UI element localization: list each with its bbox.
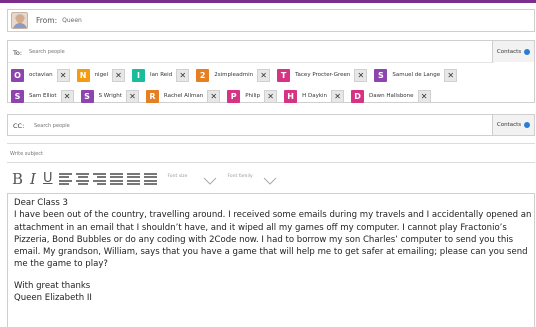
from-field: From: Queen (7, 9, 535, 32)
recipient-name: Dawn Hallsbone (369, 93, 414, 99)
bold-button[interactable]: B (12, 172, 23, 187)
subject-input[interactable] (10, 149, 310, 159)
message-body[interactable]: Dear Class 3 I have been out of the coun… (7, 193, 535, 327)
recipient-badge: R (145, 89, 159, 103)
cc-search-input[interactable] (34, 121, 234, 131)
formatting-toolbar: B I U Font size Font family (12, 171, 281, 187)
chevron-down-icon (204, 177, 217, 185)
recipient-name: Ian Reid (149, 72, 173, 78)
recipient-badge: P (227, 89, 241, 103)
chip-row: S Sam Elliot ✕ S S Wright ✕ R Rachel All… (11, 87, 531, 105)
from-name: Queen (62, 17, 82, 24)
contacts-label: Contacts (496, 48, 522, 55)
contacts-icon (524, 122, 531, 128)
align-right-icon[interactable] (93, 173, 107, 185)
remove-recipient-button[interactable]: ✕ (417, 89, 431, 103)
underline-button[interactable]: U (43, 172, 53, 186)
recipient-badge: S (11, 89, 24, 103)
cc-contacts-button[interactable]: Contacts (492, 115, 534, 135)
contacts-icon (524, 48, 531, 55)
cc-field: CC: Contacts (7, 114, 535, 136)
message-signature: Queen Elizabeth II (14, 293, 92, 304)
to-label: To: (13, 49, 23, 57)
recipient-name: Samuel de Lange (392, 72, 441, 78)
font-size-select[interactable]: Font size (167, 173, 217, 185)
recipient-chip[interactable]: H H Daykin ✕ (284, 89, 351, 103)
font-family-select[interactable]: Font family (227, 173, 277, 185)
recipient-name: Tacey Procter-Green (295, 72, 351, 78)
message-greeting: Dear Class 3 (14, 198, 68, 208)
cc-label: CC: (13, 122, 25, 130)
recipient-chip[interactable]: T Tacey Procter-Green ✕ (277, 68, 374, 82)
recipient-badge: T (277, 68, 291, 82)
remove-recipient-button[interactable]: ✕ (125, 89, 139, 103)
recipient-chip[interactable]: 2 2simpleadmin ✕ (196, 68, 277, 82)
recipient-name: nigel (94, 72, 108, 78)
align-center-icon[interactable] (76, 173, 90, 185)
chip-row: O octavian ✕ N nigel ✕ I Ian Reid ✕ 2 2s… (11, 66, 531, 84)
bullet-list-icon[interactable] (127, 173, 141, 185)
recipient-name: 2simpleadmin (214, 72, 254, 78)
font-family-label: Font family (227, 174, 253, 179)
italic-button[interactable]: I (30, 172, 36, 187)
recipient-badge: I (131, 68, 145, 82)
recipient-chip[interactable]: S Sam Elliot ✕ (11, 89, 81, 103)
avatar (11, 12, 28, 29)
recipient-chip[interactable]: D Dawn Hallsbone ✕ (351, 89, 438, 103)
recipient-badge: D (351, 89, 365, 103)
to-field: To: Contacts O octavian ✕ N nigel ✕ I Ia… (7, 40, 535, 103)
recipient-chips: O octavian ✕ N nigel ✕ I Ian Reid ✕ 2 2s… (11, 66, 531, 108)
from-label: From: (36, 16, 58, 25)
recipient-badge: 2 (196, 68, 210, 82)
remove-recipient-button[interactable]: ✕ (444, 68, 458, 82)
numbered-list-icon[interactable] (144, 173, 158, 185)
recipient-chip[interactable]: O octavian ✕ (11, 68, 77, 82)
recipient-name: Sam Elliot (29, 93, 57, 99)
message-closing: With great thanks (14, 280, 91, 291)
font-size-label: Font size (167, 174, 188, 179)
to-search-input[interactable] (29, 47, 229, 57)
recipient-badge: N (76, 68, 90, 82)
subject-field (7, 143, 535, 163)
remove-recipient-button[interactable]: ✕ (331, 89, 345, 103)
recipient-name: S Wright (98, 93, 122, 99)
remove-recipient-button[interactable]: ✕ (264, 89, 278, 103)
recipient-badge: S (374, 68, 388, 82)
recipient-badge: H (284, 89, 298, 103)
recipient-name: octavian (29, 72, 53, 78)
remove-recipient-button[interactable]: ✕ (354, 68, 368, 82)
remove-recipient-button[interactable]: ✕ (60, 89, 74, 103)
recipient-name: Rachel Allman (163, 93, 204, 99)
top-accent-bar (0, 0, 536, 3)
recipient-chip[interactable]: P Philip ✕ (227, 89, 284, 103)
recipient-chip[interactable]: N nigel ✕ (76, 68, 132, 82)
remove-recipient-button[interactable]: ✕ (176, 68, 190, 82)
remove-recipient-button[interactable]: ✕ (56, 68, 70, 82)
divider (8, 62, 494, 63)
recipient-chip[interactable]: S Samuel de Lange ✕ (374, 68, 464, 82)
chevron-down-icon (264, 177, 277, 185)
recipient-name: H Daykin (302, 93, 328, 99)
remove-recipient-button[interactable]: ✕ (111, 68, 125, 82)
recipient-badge: S (80, 89, 94, 103)
message-paragraph: I have been out of the country, travelli… (14, 210, 532, 270)
recipient-chip[interactable]: R Rachel Allman ✕ (145, 89, 227, 103)
contacts-label: Contacts (496, 122, 522, 128)
align-justify-icon[interactable] (110, 173, 124, 185)
remove-recipient-button[interactable]: ✕ (207, 89, 221, 103)
recipient-chip[interactable]: S S Wright ✕ (80, 89, 146, 103)
recipient-chip[interactable]: I Ian Reid ✕ (131, 68, 196, 82)
align-left-icon[interactable] (59, 173, 73, 185)
remove-recipient-button[interactable]: ✕ (257, 68, 271, 82)
to-contacts-button[interactable]: Contacts (492, 41, 534, 62)
recipient-name: Philip (245, 93, 261, 99)
recipient-badge: O (11, 68, 24, 82)
